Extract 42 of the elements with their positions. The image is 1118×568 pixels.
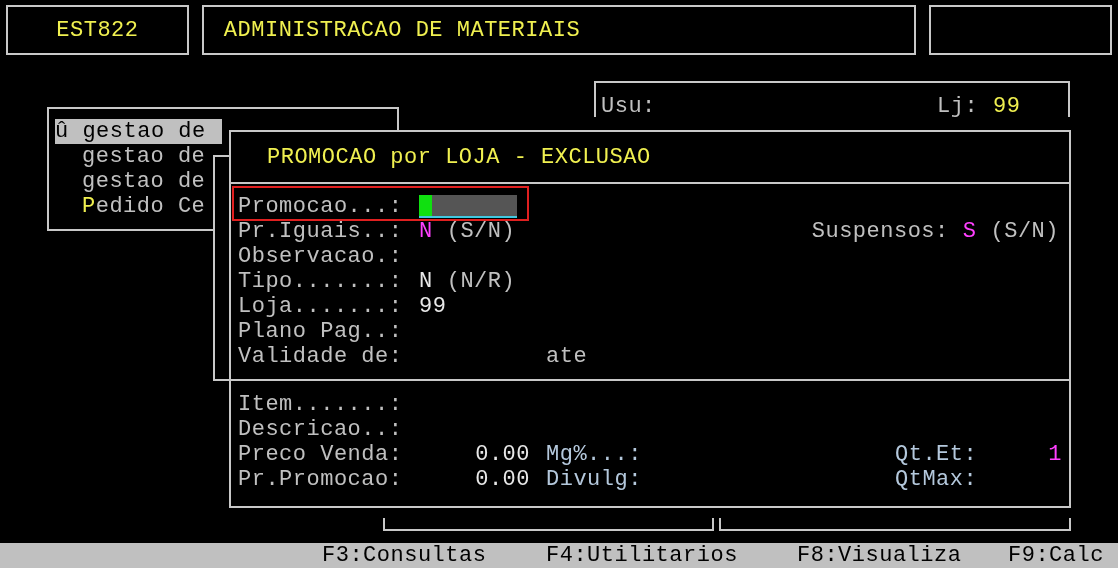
field-label: Validade de:: [238, 344, 404, 369]
menu-item[interactable]: gestao de: [82, 169, 206, 194]
field-label: Observacao.:: [238, 244, 404, 269]
field-value: 99: [419, 294, 447, 319]
field-label: QtMax:: [895, 467, 978, 492]
field-value: 0.00: [475, 467, 530, 492]
store-value: 99: [993, 94, 1021, 119]
field-label: Plano Pag..:: [238, 319, 404, 344]
dialog-title: PROMOCAO por LOJA - EXCLUSAO: [267, 144, 651, 170]
function-key-hint[interactable]: F8:Visualiza: [797, 543, 1008, 568]
field-label: Mg%...:: [546, 442, 642, 467]
field-hint: (S/N): [990, 219, 1059, 244]
field-label: Preco Venda:: [238, 442, 404, 467]
store-label: Lj:: [937, 94, 979, 119]
field-label: Descricao..:: [238, 417, 404, 442]
field-label: Suspensos:: [811, 219, 949, 244]
menu-item[interactable]: Pedido Ce: [82, 194, 206, 219]
function-key-hint[interactable]: F3:Consultas: [322, 543, 546, 568]
program-code: EST822: [56, 17, 139, 43]
input-field[interactable]: [419, 195, 517, 218]
field-label: Tipo.......:: [238, 269, 404, 294]
system-title: ADMINISTRACAO DE MATERIAIS: [223, 17, 581, 43]
field-value: 0.00: [475, 442, 530, 467]
field-value: 1: [1048, 442, 1062, 467]
field-hint: (N/R): [446, 269, 516, 294]
field-label: Pr.Iguais..:: [238, 219, 404, 244]
function-key-hint[interactable]: F9:Calc: [1008, 543, 1104, 568]
field-hint: (S/N): [446, 219, 516, 244]
field-label: ate: [546, 344, 588, 369]
field-value: N: [419, 269, 433, 294]
field-label: Qt.Et:: [895, 442, 978, 467]
field-label: Divulg:: [546, 467, 642, 492]
field-label: Item.......:: [238, 392, 404, 417]
field-value: N: [419, 219, 433, 244]
field-label: Loja.......:: [238, 294, 404, 319]
field-value: S: [962, 219, 977, 244]
menu-item[interactable]: gestao de: [82, 144, 206, 169]
user-label: Usu:: [601, 94, 656, 119]
menu-item[interactable]: û gestao de: [55, 119, 222, 144]
field-label: Promocao...:: [238, 194, 404, 219]
field-label: Pr.Promocao:: [238, 467, 404, 492]
function-key-hint[interactable]: F4:Utilitarios: [546, 543, 797, 568]
